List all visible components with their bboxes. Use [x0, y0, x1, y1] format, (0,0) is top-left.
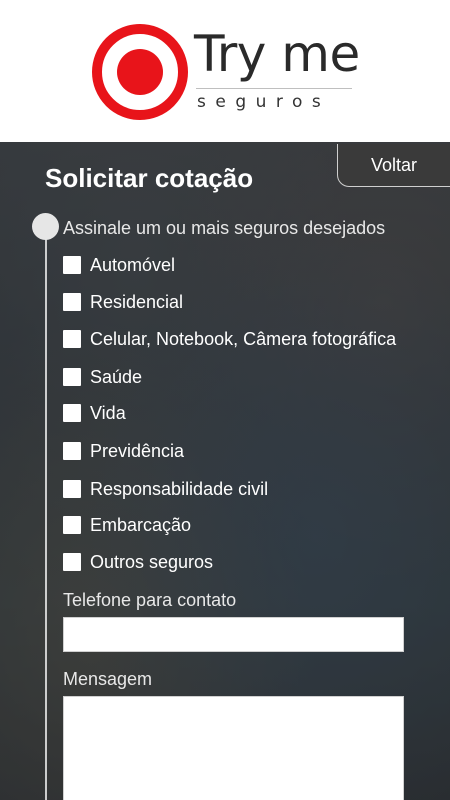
message-textarea[interactable]	[63, 696, 404, 800]
checkbox-box[interactable]	[63, 404, 81, 422]
checkbox-box[interactable]	[63, 516, 81, 534]
checkbox-residencial[interactable]: Residencial	[63, 290, 183, 314]
checkbox-box[interactable]	[63, 480, 81, 498]
checkbox-vida[interactable]: Vida	[63, 401, 126, 425]
phone-input[interactable]	[63, 617, 404, 652]
page-title: Solicitar cotação	[45, 163, 254, 193]
checkbox-box[interactable]	[63, 293, 81, 311]
checkbox-label: Vida	[90, 403, 126, 423]
logo-icon	[92, 24, 188, 120]
checkbox-label: Automóvel	[90, 255, 176, 275]
checkbox-box[interactable]	[63, 553, 81, 571]
checkbox-responsabilidade-civil[interactable]: Responsabilidade civil	[63, 477, 268, 501]
timeline-line	[45, 228, 47, 800]
logo-title: Try me	[194, 25, 360, 83]
back-button[interactable]: Voltar	[337, 144, 450, 187]
checkbox-box[interactable]	[63, 256, 81, 274]
checkbox-label: Previdência	[90, 441, 185, 461]
checkbox-label: Residencial	[90, 292, 184, 312]
checkbox-outros-seguros[interactable]: Outros seguros	[63, 550, 213, 574]
checkbox-previdencia[interactable]: Previdência	[63, 439, 184, 463]
instruction-text: Assinale um ou mais seguros desejados	[63, 218, 386, 238]
checkbox-celular-notebook-camera[interactable]: Celular, Notebook, Câmera fotográfica	[63, 327, 396, 351]
checkbox-label: Celular, Notebook, Câmera fotográfica	[90, 329, 397, 349]
timeline-dot	[32, 213, 59, 240]
checkbox-box[interactable]	[63, 368, 81, 386]
checkbox-label: Embarcação	[90, 515, 192, 535]
checkbox-box[interactable]	[63, 442, 81, 460]
checkbox-label: Outros seguros	[90, 552, 214, 572]
checkbox-saude[interactable]: Saúde	[63, 365, 142, 389]
phone-label: Telefone para contato	[63, 590, 237, 610]
checkbox-label: Responsabilidade civil	[90, 479, 269, 499]
header: Try me seguros	[0, 0, 450, 142]
logo-subtitle: seguros	[197, 92, 331, 112]
logo-divider	[196, 88, 352, 89]
quote-form-panel: Voltar Solicitar cotação Assinale um ou …	[0, 142, 450, 800]
checkbox-embarcacao[interactable]: Embarcação	[63, 513, 191, 537]
checkbox-label: Saúde	[90, 367, 143, 387]
message-label: Mensagem	[63, 669, 153, 689]
checkbox-box[interactable]	[63, 330, 81, 348]
checkbox-automovel[interactable]: Automóvel	[63, 253, 175, 277]
